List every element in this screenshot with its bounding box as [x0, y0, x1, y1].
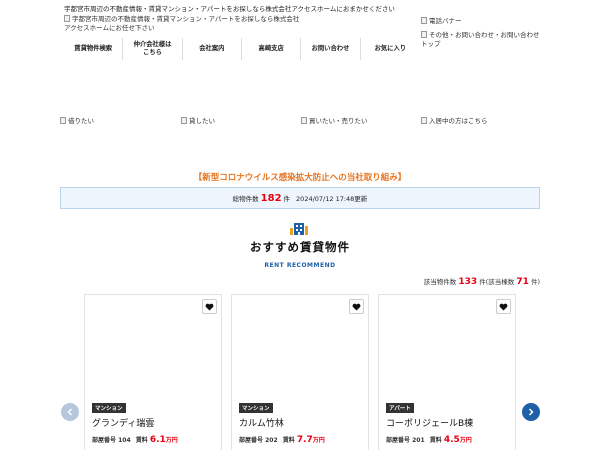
banner-buy-sell[interactable]: 買いたい・売りたい: [301, 115, 368, 125]
nav-item-contact[interactable]: お問い合わせ: [301, 38, 361, 60]
nav-item-label: 仲介会社様は こちら: [133, 41, 172, 56]
nav-item-company[interactable]: 会社案内: [183, 38, 242, 60]
building-icon: [290, 223, 308, 235]
rent-label: 賃料: [429, 437, 442, 444]
broken-image-icon: [421, 117, 427, 124]
nav-item-label: お問い合わせ: [311, 45, 350, 52]
hit-count: 該当物件数 133 件(該当棟数 71 件): [424, 276, 540, 287]
building-count-unit: 件): [530, 278, 540, 286]
site-logo[interactable]: 宇都宮市周辺の不動産情報・賃貸マンション・アパートをお探しなら株式会社アクセスホ…: [64, 15, 300, 33]
room-label: 部屋番号: [386, 437, 411, 444]
rent-value: 7.7: [296, 435, 313, 445]
banner-residents[interactable]: 入居中の方はこちら: [421, 115, 488, 125]
banner-rent[interactable]: 借りたい: [60, 115, 94, 125]
nav-item-brokers[interactable]: 仲介会社様は こちら: [123, 38, 183, 60]
banner-alt-text: 貸したい: [189, 117, 215, 125]
banner-alt-text: 借りたい: [68, 117, 94, 125]
broken-image-icon: [181, 117, 187, 124]
property-meta: 部屋番号 104 賃料 6.1万円: [92, 435, 178, 445]
rent-value: 4.5: [443, 435, 460, 445]
updated-timestamp: 2024/07/12 17:48更新: [296, 195, 368, 203]
global-nav: 賃貸物件検索 仲介会社様は こちら 会社案内 高崎支店 お問い合わせ お気に入り: [64, 38, 420, 60]
banner-alt-text: 入居中の方はこちら: [429, 117, 488, 125]
banner-lease[interactable]: 貸したい: [181, 115, 215, 125]
rent-label: 賃料: [282, 437, 295, 444]
broken-image-icon: [301, 117, 307, 124]
property-name[interactable]: カルム竹林: [239, 416, 284, 429]
nav-item-favorites[interactable]: お気に入り: [361, 38, 420, 60]
nav-item-takasaki-branch[interactable]: 高崎支店: [242, 38, 302, 60]
total-count-label: 総物件数: [232, 195, 259, 203]
site-tagline: 宇都宮市周辺の不動産情報・賃貸マンション・アパートをお探しなら株式会社アクセスホ…: [64, 5, 395, 13]
property-name[interactable]: グランディ瑞雲: [92, 416, 154, 429]
hit-count-label: 該当物件数: [423, 278, 457, 286]
property-type-badge: アパート: [386, 403, 414, 413]
chevron-left-icon: [67, 408, 73, 416]
nav-item-label: 会社案内: [199, 45, 225, 52]
rent-unit: 万円: [459, 437, 472, 444]
total-count-box: 総物件数 182 件 2024/07/12 17:48更新: [60, 187, 540, 209]
property-type-badge: マンション: [239, 403, 273, 413]
rent-unit: 万円: [165, 437, 178, 444]
nav-item-label: 高崎支店: [258, 45, 284, 52]
favorite-button[interactable]: [349, 299, 364, 314]
rent-value: 6.1: [149, 435, 166, 445]
nav-item-label: 賃貸物件検索: [74, 45, 113, 52]
rent-label: 賃料: [135, 437, 148, 444]
section-subtitle: RENT RECOMMEND: [264, 262, 336, 269]
property-type-badge: マンション: [92, 403, 126, 413]
heart-icon: [499, 303, 508, 311]
property-meta: 部屋番号 201 賃料 4.5万円: [386, 435, 472, 445]
nav-item-search[interactable]: 賃貸物件検索: [64, 38, 124, 60]
carousel-prev-button[interactable]: [61, 403, 79, 421]
room-number: 201: [412, 437, 425, 444]
banner-alt-text: 買いたい・売りたい: [309, 117, 368, 125]
room-label: 部屋番号: [239, 437, 264, 444]
broken-image-icon: [421, 17, 427, 24]
heart-icon: [352, 303, 361, 311]
broken-image-icon: [64, 15, 70, 22]
building-count-value: 71: [516, 277, 529, 287]
room-label: 部屋番号: [92, 437, 117, 444]
tel-banner-alt-text: 電話バナー: [429, 17, 462, 25]
room-number: 202: [265, 437, 278, 444]
property-card[interactable]: マンション グランディ瑞雲 部屋番号 104 賃料 6.1万円: [84, 294, 222, 450]
hit-count-unit: 件(該当棟数: [479, 278, 515, 286]
property-card[interactable]: マンション カルム竹林 部屋番号 202 賃料 7.7万円: [231, 294, 369, 450]
total-count-unit: 件: [283, 195, 291, 203]
tel-banner[interactable]: 電話バナー: [421, 15, 462, 25]
broken-image-icon: [60, 117, 66, 124]
section-title: おすすめ賃貸物件: [250, 240, 350, 254]
rent-unit: 万円: [312, 437, 325, 444]
hit-count-value: 133: [458, 277, 478, 287]
chevron-right-icon: [528, 408, 534, 416]
property-name[interactable]: コーポリジェールB棟: [386, 416, 473, 429]
room-number: 104: [118, 437, 131, 444]
broken-image-icon: [421, 31, 427, 38]
total-count-value: 182: [260, 192, 282, 204]
favorite-button[interactable]: [202, 299, 217, 314]
nav-item-label: お気に入り: [374, 45, 407, 52]
heart-icon: [205, 303, 214, 311]
contact-banner-alt-text: その他・お問い合わせ・お問い合わせトップ: [421, 31, 540, 48]
property-card[interactable]: アパート コーポリジェールB棟 部屋番号 201 賃料 4.5万円: [378, 294, 516, 450]
corona-notice-link[interactable]: 【新型コロナウイルス感染拡大防止への当社取り組み】: [0, 171, 600, 183]
logo-alt-text: 宇都宮市周辺の不動産情報・賃貸マンション・アパートをお探しなら株式会社アクセスホ…: [64, 15, 300, 32]
contact-banner[interactable]: その他・お問い合わせ・お問い合わせトップ: [421, 31, 541, 49]
favorite-button[interactable]: [496, 299, 511, 314]
carousel-next-button[interactable]: [522, 403, 540, 421]
property-meta: 部屋番号 202 賃料 7.7万円: [239, 435, 325, 445]
